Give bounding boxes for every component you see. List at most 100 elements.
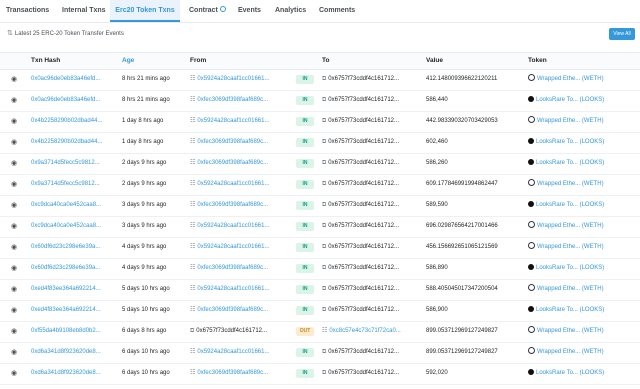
view-details-icon[interactable]: ◉ xyxy=(11,216,21,237)
token-link[interactable]: LooksRare To... (LOOKS) xyxy=(528,153,638,174)
weth-token-icon xyxy=(528,242,535,250)
txn-hash-link[interactable]: 0x0ac96de0eb83a46efd... xyxy=(31,69,109,90)
txn-hash-link[interactable]: 0xc9dca40ca0e452caa8... xyxy=(31,195,109,216)
token-link[interactable]: Wrapped Ethe... (WETH) xyxy=(528,237,638,258)
txn-hash-link[interactable]: 0xf55da4b9108eb8d0b2... xyxy=(31,321,109,342)
view-details-icon[interactable]: ◉ xyxy=(11,90,21,111)
from-address[interactable]: ☷ 0xfec3069df398faaf689c... xyxy=(190,195,283,216)
view-details-icon[interactable]: ◉ xyxy=(11,258,21,279)
token-link[interactable]: Wrapped Ethe... (WETH) xyxy=(528,69,638,90)
contract-icon: ☷ xyxy=(190,181,196,187)
txn-hash-link[interactable]: 0xc9dca40ca0e452caa8... xyxy=(31,216,109,237)
view-details-icon[interactable]: ◉ xyxy=(11,300,21,321)
table-row: ◉ 0xc9dca40ca0e452caa8... 3 days 9 hrs ago… xyxy=(0,216,640,238)
txn-hash-link[interactable]: 0x4b2258290b02dbad44... xyxy=(31,111,109,132)
from-address[interactable]: ☷ 0x5924a28caaf1cc01661... xyxy=(190,279,283,300)
column-age[interactable]: Age xyxy=(122,53,134,69)
txn-hash-link[interactable]: 0x0ac96de0eb83a46efd... xyxy=(31,90,109,111)
view-details-icon[interactable]: ◉ xyxy=(11,321,21,342)
from-address[interactable]: ☷ 0x5924a28caaf1cc01661... xyxy=(190,237,283,258)
view-details-icon[interactable]: ◉ xyxy=(11,174,21,195)
txn-hash-link[interactable]: 0xed4f83ee364a692214... xyxy=(31,279,109,300)
tab-analytics[interactable]: Analytics xyxy=(275,0,306,22)
token-link[interactable]: LooksRare To... (LOOKS) xyxy=(528,132,638,153)
token-link[interactable]: Wrapped Ethe... (WETH) xyxy=(528,321,638,342)
copy-icon: ⧉ xyxy=(322,139,327,145)
from-address[interactable]: ☷ 0xfec3069df398faaf689c... xyxy=(190,300,283,321)
txn-hash-link[interactable]: 0xed4f83ee364a692214... xyxy=(31,300,109,321)
weth-token-icon xyxy=(528,74,535,82)
txn-hash-link[interactable]: 0x60df6d23c298e6e39a... xyxy=(31,237,109,258)
direction-badge: IN xyxy=(296,348,314,357)
txn-hash-link[interactable]: 0x60df6d23c298e6e39a... xyxy=(31,258,109,279)
looks-token-icon xyxy=(528,200,534,207)
table-row: ◉ 0xd6a341d8f923620de8... 6 days 10 hrs ag… xyxy=(0,363,640,385)
view-details-icon[interactable]: ◉ xyxy=(11,195,21,216)
view-details-icon[interactable]: ◉ xyxy=(11,111,21,132)
from-address[interactable]: ☷ 0xfec3069df398faaf689c... xyxy=(190,363,283,384)
txn-hash-link[interactable]: 0xd6a341d8f923620de8... xyxy=(31,363,109,384)
tab-contract[interactable]: Contract xyxy=(189,0,226,22)
view-details-icon[interactable]: ◉ xyxy=(11,237,21,258)
from-address[interactable]: ☷ 0x5924a28caaf1cc01661... xyxy=(190,174,283,195)
to-address: ⧉ 0x6757f73cddf4c161712... xyxy=(322,300,412,321)
token-link[interactable]: LooksRare To... (LOOKS) xyxy=(528,363,638,384)
to-address[interactable]: ☷ 0xc8c57e4c73c71f72ca0... xyxy=(322,321,412,342)
from-address[interactable]: ☷ 0x5924a28caaf1cc01661... xyxy=(190,342,283,363)
from-address[interactable]: ☷ 0x5924a28caaf1cc01661... xyxy=(190,216,283,237)
age-cell: 5 days 10 hrs ago xyxy=(122,286,170,292)
from-address-text: 0x5924a28caaf1cc01661... xyxy=(197,118,270,124)
view-details-icon[interactable]: ◉ xyxy=(11,153,21,174)
tab-comments[interactable]: Comments xyxy=(319,0,355,22)
copy-icon: ⧉ xyxy=(322,349,327,355)
copy-icon: ⧉ xyxy=(322,307,327,313)
view-details-icon[interactable]: ◉ xyxy=(11,363,21,384)
tab-events[interactable]: Events xyxy=(238,0,261,22)
from-address[interactable]: ☷ 0xfec3069df398faaf689c... xyxy=(190,132,283,153)
token-link[interactable]: LooksRare To... (LOOKS) xyxy=(528,195,638,216)
table-row: ◉ 0x0ac96de0eb83a46efd... 8 hrs 21 mins ag… xyxy=(0,90,640,112)
copy-icon: ⧉ xyxy=(322,118,327,124)
from-address-text: 0xfec3069df398faaf689c... xyxy=(197,370,269,376)
txn-hash-link[interactable]: 0xd6a341d8f923620de8... xyxy=(31,342,109,363)
from-address[interactable]: ☷ 0xfec3069df398faaf689c... xyxy=(190,90,283,111)
txn-hash-link[interactable]: 0x4b2258290b02dbad44... xyxy=(31,132,109,153)
from-address[interactable]: ☷ 0x5924a28caaf1cc01661... xyxy=(190,69,283,90)
view-details-icon[interactable]: ◉ xyxy=(11,132,21,153)
age-cell: 3 days 9 hrs ago xyxy=(122,202,167,208)
from-address[interactable]: ☷ 0xfec3069df398faaf689c... xyxy=(190,153,283,174)
tab-internal-txns[interactable]: Internal Txns xyxy=(62,0,106,22)
direction-badge: IN xyxy=(296,138,314,147)
from-address-text: 0xfec3069df398faaf689c... xyxy=(197,160,269,166)
weth-token-icon xyxy=(528,347,535,355)
txn-hash-link[interactable]: 0x9a3714d5fecc5c9812... xyxy=(31,174,109,195)
copy-icon: ⧉ xyxy=(190,328,195,334)
token-link[interactable]: Wrapped Ethe... (WETH) xyxy=(528,111,638,132)
from-address[interactable]: ☷ 0xfec3069df398faaf689c... xyxy=(190,258,283,279)
view-details-icon[interactable]: ◉ xyxy=(11,342,21,363)
looks-token-icon xyxy=(528,158,534,165)
txn-hash-link[interactable]: 0x9a3714d5fecc5c9812... xyxy=(31,153,109,174)
to-address-text: 0x6757f73cddf4c161712... xyxy=(328,265,400,271)
token-link[interactable]: Wrapped Ethe... (WETH) xyxy=(528,216,638,237)
from-address[interactable]: ☷ 0x5924a28caaf1cc01661... xyxy=(190,111,283,132)
token-link[interactable]: Wrapped Ethe... (WETH) xyxy=(528,342,638,363)
from-address-text: 0x5924a28caaf1cc01661... xyxy=(197,244,270,250)
view-all-button[interactable]: View All xyxy=(609,28,635,40)
view-details-icon[interactable]: ◉ xyxy=(11,69,21,90)
tab-erc20-token-txns[interactable]: Erc20 Token Txns xyxy=(110,0,180,22)
contract-icon: ☷ xyxy=(190,286,196,292)
tab-transactions[interactable]: Transactions xyxy=(6,0,49,22)
token-name: Wrapped Ethe... (WETH) xyxy=(537,349,604,355)
token-link[interactable]: Wrapped Ethe... (WETH) xyxy=(528,174,638,195)
column-to: To xyxy=(322,57,330,64)
token-link[interactable]: LooksRare To... (LOOKS) xyxy=(528,300,638,321)
contract-icon: ☷ xyxy=(190,160,196,166)
from-address-text: 0xfec3069df398faaf689c... xyxy=(197,139,269,145)
sort-icon: ⇅ xyxy=(7,30,13,37)
token-link[interactable]: LooksRare To... (LOOKS) xyxy=(528,90,638,111)
token-link[interactable]: LooksRare To... (LOOKS) xyxy=(528,258,638,279)
direction-badge: IN xyxy=(296,285,314,294)
view-details-icon[interactable]: ◉ xyxy=(11,279,21,300)
token-link[interactable]: Wrapped Ethe... (WETH) xyxy=(528,279,638,300)
